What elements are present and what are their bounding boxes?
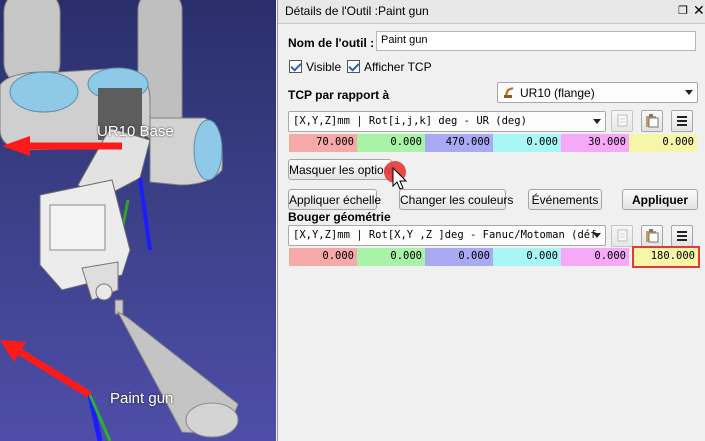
paste-tcp-button[interactable] <box>641 110 663 132</box>
copy-geometry-button[interactable] <box>611 225 633 247</box>
geometry-format-select[interactable]: [X,Y,Z]mm | Rot[X,Y ,Z ]deg - Fanuc/Moto… <box>288 225 606 246</box>
events-button[interactable]: Événements <box>528 189 602 210</box>
robot-arm-icon <box>504 86 514 98</box>
mouse-cursor-icon <box>384 161 408 190</box>
geom-rz-value[interactable]: 180.000 <box>632 246 700 268</box>
visible-label: Visible <box>306 60 342 74</box>
geom-ry-value[interactable]: 0.000 <box>561 248 629 266</box>
geom-rx-value[interactable]: 0.000 <box>493 248 561 266</box>
tcp-x-value[interactable]: 70.000 <box>289 134 357 152</box>
robot-select-value: UR10 (flange) <box>520 86 595 100</box>
tool-name-input[interactable]: Paint gun <box>376 31 696 51</box>
geom-y-value[interactable]: 0.000 <box>357 248 425 266</box>
hide-options-button[interactable]: Masquer les options <box>288 159 396 180</box>
copy-icon <box>617 229 628 242</box>
paste-icon <box>646 114 659 128</box>
base-label: UR10 Base <box>97 123 174 140</box>
geom-z-value[interactable]: 0.000 <box>425 248 493 266</box>
paste-geometry-button[interactable] <box>641 225 663 247</box>
paste-icon <box>646 229 659 243</box>
hamburger-icon <box>677 231 687 241</box>
geometry-format-value: [X,Y,Z]mm | Rot[X,Y ,Z ]deg - Fanuc/Moto… <box>293 229 597 241</box>
apply-button[interactable]: Appliquer <box>622 189 698 210</box>
tcp-format-value: [X,Y,Z]mm | Rot[i,j,k] deg - UR (deg) <box>293 115 527 127</box>
tcp-z-value[interactable]: 470.000 <box>425 134 493 152</box>
apply-scale-button[interactable]: Appliquer échelle <box>288 189 381 210</box>
undock-icon[interactable]: ❐ <box>678 4 688 17</box>
show-tcp-label: Afficher TCP <box>364 60 432 74</box>
tcp-y-value[interactable]: 0.000 <box>357 134 425 152</box>
tool-details-panel: Détails de l'Outil :Paint gun ❐ ✕ Nom de… <box>277 0 705 441</box>
tcp-rz-value[interactable]: 0.000 <box>629 134 697 152</box>
move-geometry-label: Bouger géométrie <box>288 210 391 224</box>
panel-title: Détails de l'Outil :Paint gun <box>285 4 429 18</box>
close-icon[interactable]: ✕ <box>693 2 705 19</box>
tool-name-label: Nom de l'outil : <box>288 36 375 50</box>
geom-x-value[interactable]: 0.000 <box>289 248 357 266</box>
tcp-rx-value[interactable]: 0.000 <box>493 134 561 152</box>
robot-select[interactable]: UR10 (flange) <box>497 82 698 103</box>
tcp-format-select[interactable]: [X,Y,Z]mm | Rot[i,j,k] deg - UR (deg) <box>288 111 606 132</box>
panel-titlebar: Détails de l'Outil :Paint gun ❐ ✕ <box>278 0 705 24</box>
3d-viewport[interactable]: UR10 Base Paint gun <box>0 0 276 441</box>
geometry-menu-button[interactable] <box>671 225 693 247</box>
tool-label: Paint gun <box>110 390 174 407</box>
tcp-relative-label: TCP par rapport à <box>288 88 390 102</box>
change-colors-button[interactable]: Changer les couleurs <box>399 189 513 210</box>
robot-scene <box>0 0 239 441</box>
tcp-menu-button[interactable] <box>671 110 693 132</box>
show-tcp-checkbox[interactable] <box>347 60 360 73</box>
visible-checkbox[interactable] <box>289 60 302 73</box>
copy-tcp-button[interactable] <box>611 110 633 132</box>
copy-icon <box>617 114 628 127</box>
hamburger-icon <box>677 116 687 126</box>
tcp-ry-value[interactable]: 30.000 <box>561 134 629 152</box>
